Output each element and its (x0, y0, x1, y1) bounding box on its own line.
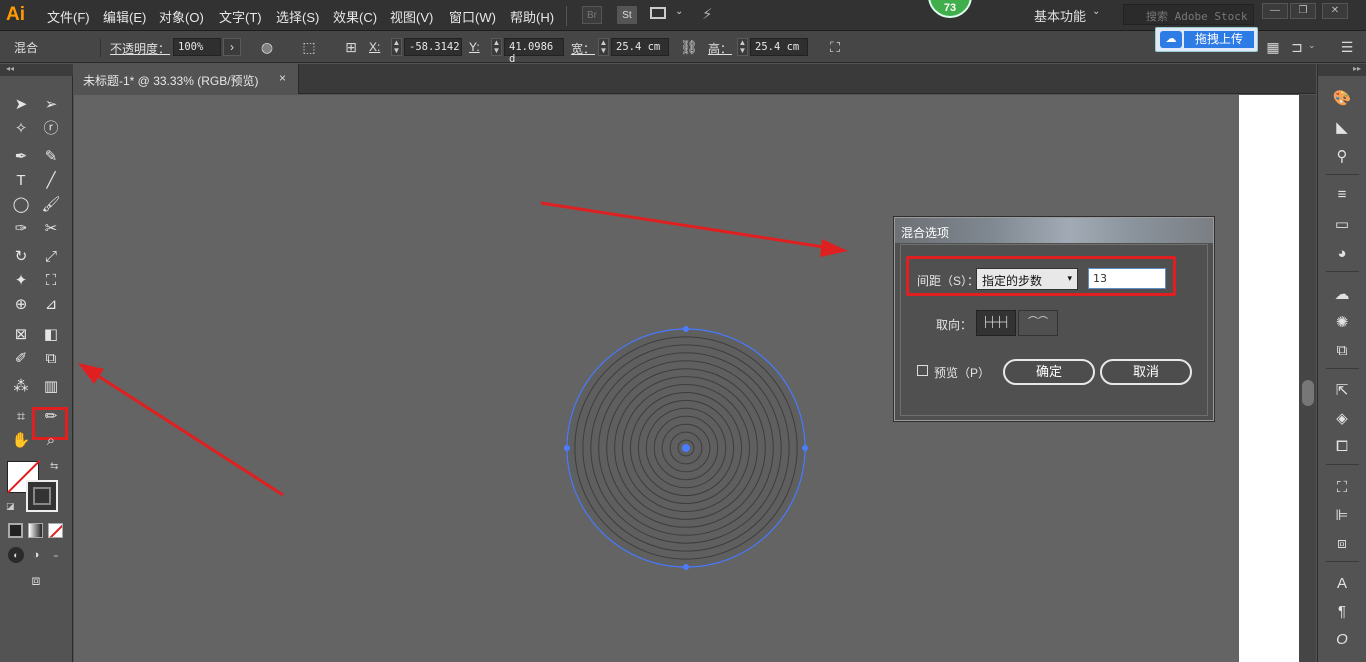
arrow-shaft (91, 370, 284, 497)
orientation-label: 取向： (936, 318, 973, 332)
gradient-icon[interactable]: ▭ (1330, 214, 1354, 236)
opentype-icon[interactable]: O (1330, 629, 1354, 651)
graphic-styles-icon[interactable]: ⧉ (1330, 340, 1354, 362)
divider (1326, 271, 1359, 272)
panel-expand-icon[interactable]: ▸▸ (1318, 64, 1366, 76)
transparency-icon[interactable]: ◕ (1330, 243, 1354, 265)
stroke-icon[interactable]: ≡ (1330, 184, 1354, 206)
color-icon[interactable]: 🎨 (1330, 88, 1354, 110)
transform-panel-icon[interactable]: ⛶ (1330, 477, 1354, 499)
preview-label[interactable]: 预览（P） (934, 364, 990, 381)
appearance-icon[interactable]: ✺ (1330, 312, 1354, 334)
divider (1326, 368, 1359, 369)
align-to-path-icon[interactable]: ⌒⌒ (1018, 310, 1058, 336)
anchor-point[interactable] (683, 326, 689, 332)
divider (1326, 174, 1359, 175)
pathfinder-icon[interactable]: ⧈ (1330, 533, 1354, 555)
layers-icon[interactable]: ◈ (1330, 408, 1354, 430)
annotation-arrow-right (540, 201, 848, 257)
cancel-button[interactable]: 取消 (1100, 359, 1192, 385)
spacing-highlight (906, 256, 1176, 296)
creative-cloud-icon[interactable]: ☁ (1330, 284, 1354, 306)
align-to-page-icon[interactable]: ├┼┼┤ (976, 310, 1016, 336)
anchor-point[interactable] (802, 445, 808, 451)
anchor-point[interactable] (683, 564, 689, 570)
ok-button[interactable]: 确定 (1003, 359, 1095, 385)
color-theme-icon[interactable]: ⚲ (1330, 146, 1354, 168)
preview-checkbox[interactable] (917, 365, 928, 376)
arrow-head (78, 363, 104, 384)
center-point[interactable] (682, 444, 690, 452)
arrow-shaft (540, 201, 831, 250)
arrow-head (820, 239, 848, 257)
character-icon[interactable]: A (1330, 573, 1354, 595)
color-guide-icon[interactable]: ◣ (1330, 117, 1354, 139)
paragraph-icon[interactable]: ¶ (1330, 601, 1354, 623)
annotation-arrow-left (78, 363, 284, 497)
right-panel-dock: ▸▸ 🎨 ◣ ⚲ ≡ ▭ ◕ ☁ ✺ ⧉ ⇱ ◈ ⧠ ⛶ ⊫ ⧈ A ¶ O (1317, 64, 1366, 662)
artboards-icon[interactable]: ⧠ (1330, 436, 1354, 458)
export-icon[interactable]: ⇱ (1330, 380, 1354, 402)
align-panel-icon[interactable]: ⊫ (1330, 505, 1354, 527)
divider (1326, 464, 1359, 465)
dialog-title[interactable]: 混合选项 (895, 218, 1213, 243)
anchor-point[interactable] (564, 445, 570, 451)
divider (1326, 561, 1359, 562)
